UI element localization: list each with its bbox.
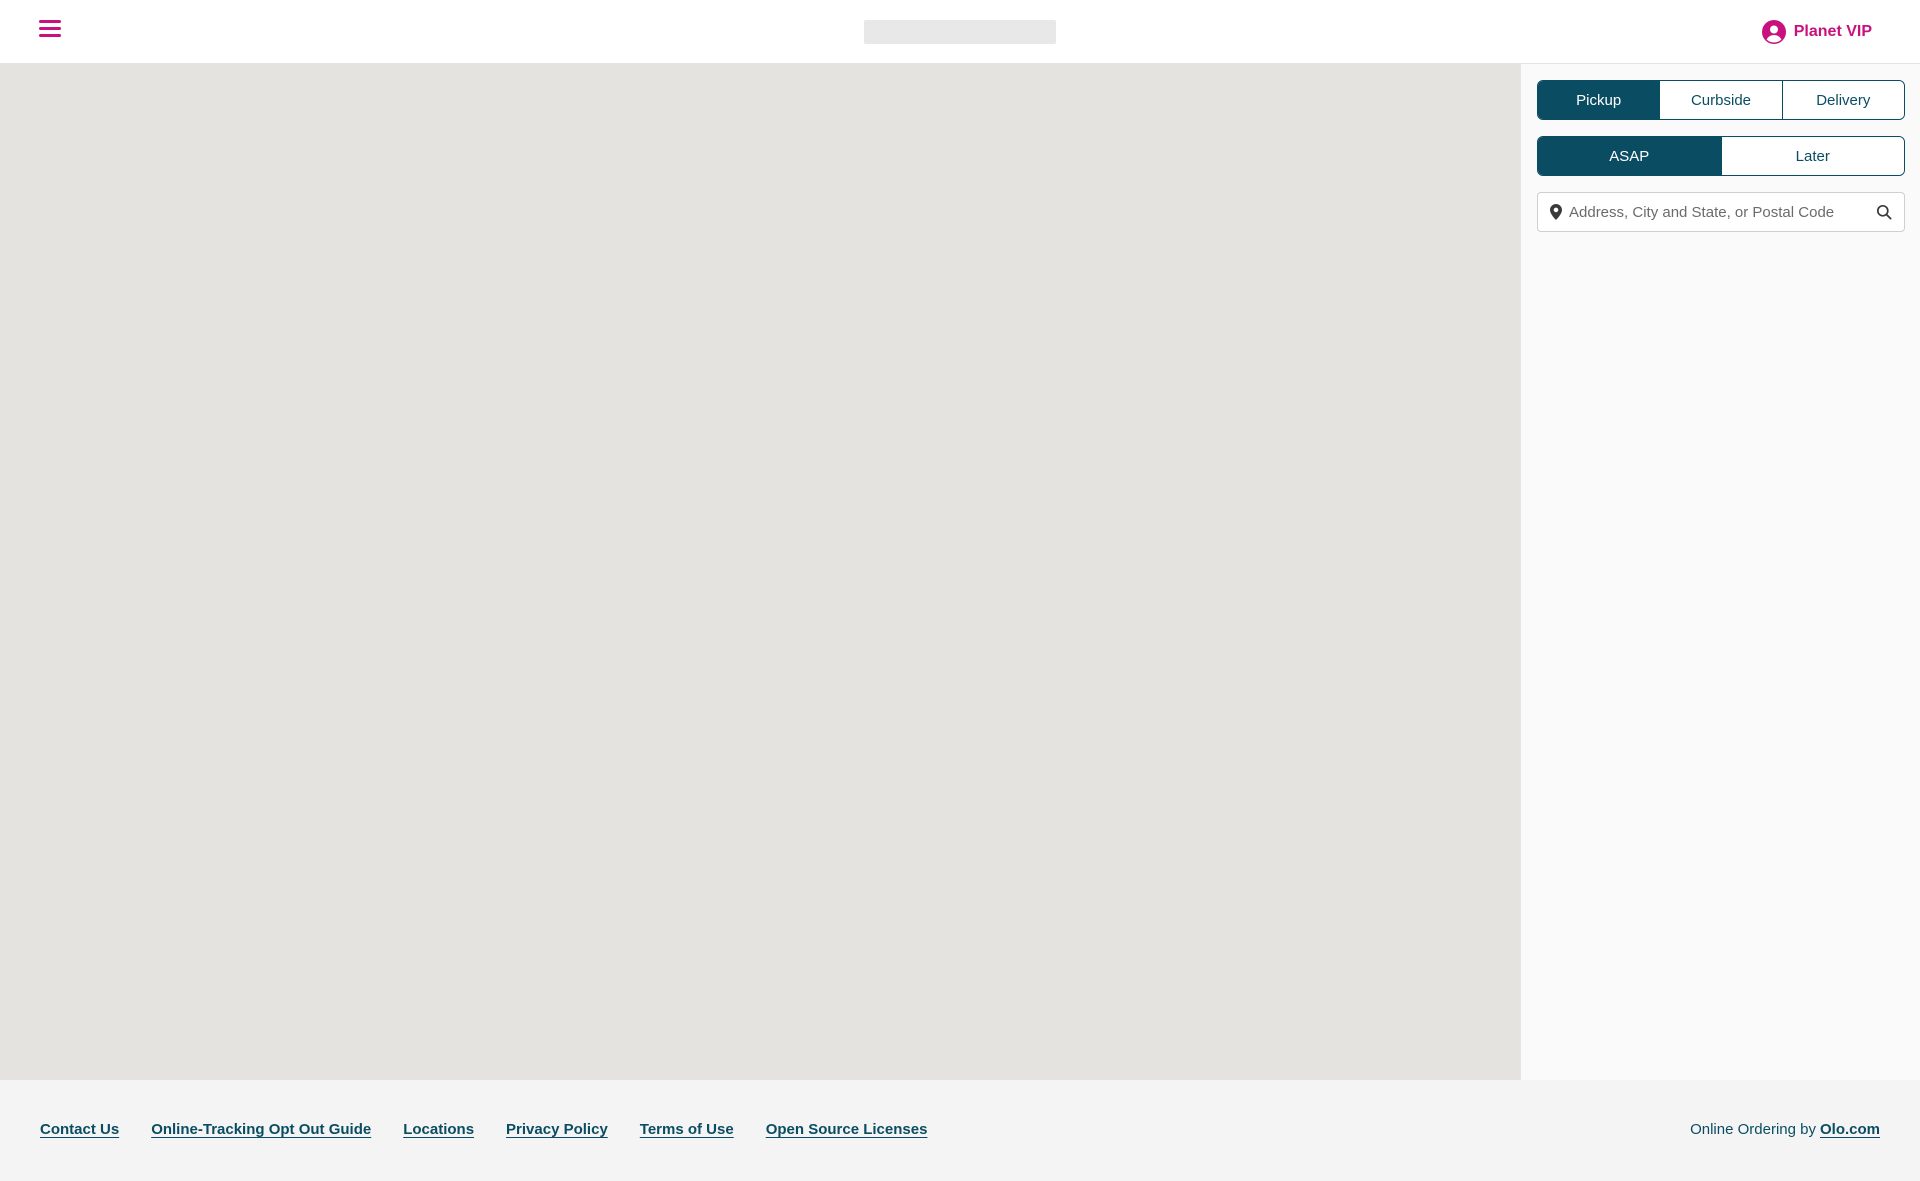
footer-link-contact-us[interactable]: Contact Us <box>40 1121 119 1138</box>
brand-logo-placeholder[interactable] <box>864 20 1056 44</box>
footer-link-opt-out-guide[interactable]: Online-Tracking Opt Out Guide <box>151 1121 371 1138</box>
order-options-panel: Pickup Curbside Delivery ASAP Later <box>1520 64 1920 1080</box>
account-label: Planet VIP <box>1793 23 1872 40</box>
footer-link-olo[interactable]: Olo.com <box>1820 1121 1880 1138</box>
tab-pickup[interactable]: Pickup <box>1538 81 1660 119</box>
footer-link-locations[interactable]: Locations <box>403 1121 474 1138</box>
footer-link-open-source-licenses[interactable]: Open Source Licenses <box>766 1121 928 1138</box>
handoff-mode-selector: Pickup Curbside Delivery <box>1537 80 1905 120</box>
site-header: Planet VIP <box>0 0 1920 64</box>
location-search-input[interactable] <box>1569 203 1868 221</box>
order-time-selector: ASAP Later <box>1537 136 1905 176</box>
location-search <box>1537 192 1905 232</box>
tab-later[interactable]: Later <box>1720 137 1904 175</box>
footer-link-terms-of-use[interactable]: Terms of Use <box>640 1121 734 1138</box>
footer-link-privacy-policy[interactable]: Privacy Policy <box>506 1121 608 1138</box>
tab-delivery[interactable]: Delivery <box>1781 81 1904 119</box>
search-icon[interactable] <box>1876 204 1892 220</box>
footer-links: Contact Us Online-Tracking Opt Out Guide… <box>40 1121 927 1138</box>
user-circle-icon <box>1761 20 1786 44</box>
tab-curbside[interactable]: Curbside <box>1659 81 1782 119</box>
hamburger-icon[interactable] <box>39 20 63 44</box>
map-pin-icon <box>1550 204 1562 220</box>
footer-credit: Online Ordering by Olo.com <box>1690 1121 1880 1138</box>
footer-credit-prefix: Online Ordering by <box>1690 1121 1816 1138</box>
account-button[interactable]: Planet VIP <box>1761 18 1872 46</box>
site-footer: Contact Us Online-Tracking Opt Out Guide… <box>0 1080 1920 1181</box>
store-map[interactable] <box>0 64 1520 1134</box>
tab-asap[interactable]: ASAP <box>1538 137 1721 175</box>
